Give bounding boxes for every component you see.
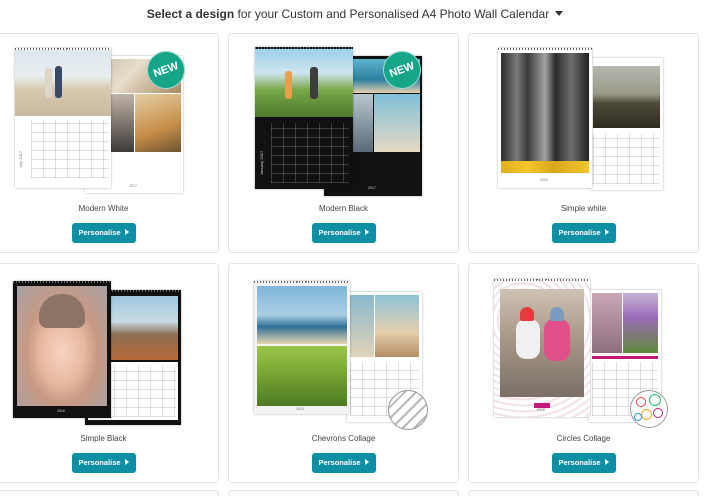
design-card-modern-white[interactable]: 2017 July 2017 NEW Modern White Personal… bbox=[0, 33, 219, 253]
caret-right-icon bbox=[604, 459, 609, 466]
design-card-partial[interactable] bbox=[468, 490, 699, 496]
design-name: Modern White bbox=[78, 204, 129, 213]
calendar-year-label: 2016 bbox=[57, 409, 65, 413]
design-card-modern-black[interactable]: 2017 January 2017 NEW Modern Black Perso… bbox=[228, 33, 459, 253]
personalise-button[interactable]: Personalise bbox=[551, 223, 616, 243]
design-card-simple-black[interactable]: 2016 Simple Black Personalise bbox=[0, 263, 219, 483]
calendar-year-label: 2016 bbox=[296, 407, 304, 411]
personalise-button-label: Personalise bbox=[318, 228, 361, 237]
header-title-strong: Select a design bbox=[146, 7, 235, 21]
calendar-preview: 2017 January 2017 NEW bbox=[229, 34, 460, 199]
design-name: Modern Black bbox=[319, 204, 368, 213]
design-card-chevrons-collage[interactable]: 2016 Chevrons Collage Personalise bbox=[228, 263, 459, 483]
caret-right-icon bbox=[604, 229, 609, 236]
calendar-preview: 2016 bbox=[0, 264, 220, 429]
caret-right-icon bbox=[124, 459, 129, 466]
personalise-button-label: Personalise bbox=[558, 458, 601, 467]
personalise-button[interactable]: Personalise bbox=[71, 453, 136, 473]
calendar-year-label: 2017 bbox=[129, 184, 137, 188]
calendar-month-label: July 2017 bbox=[18, 150, 23, 168]
design-name: Circles Collage bbox=[556, 434, 611, 443]
caret-right-icon bbox=[364, 229, 369, 236]
personalise-button-label: Personalise bbox=[558, 228, 601, 237]
caret-right-icon bbox=[364, 459, 369, 466]
header-title-rest: for your Custom and Personalised A4 Phot… bbox=[234, 7, 550, 21]
design-name: Chevrons Collage bbox=[311, 434, 376, 443]
personalise-button[interactable]: Personalise bbox=[311, 223, 376, 243]
calendar-year-label: 2017 bbox=[368, 186, 376, 190]
personalise-button[interactable]: Personalise bbox=[551, 453, 616, 473]
personalise-button-label: Personalise bbox=[318, 458, 361, 467]
personalise-button-label: Personalise bbox=[78, 458, 121, 467]
calendar-preview: 2016 bbox=[229, 264, 460, 430]
calendar-back-page bbox=[590, 58, 663, 190]
design-card-simple-white[interactable]: 2016 Simple white Personalise bbox=[468, 33, 699, 253]
design-name: Simple white bbox=[560, 204, 607, 213]
circles-pattern-swatch bbox=[630, 390, 668, 428]
personalise-button[interactable]: Personalise bbox=[311, 453, 376, 473]
design-card-circles-collage[interactable]: 2016 Circles Collage Personalise bbox=[468, 263, 699, 483]
calendar-front-page: July 2017 bbox=[15, 48, 111, 188]
personalise-button[interactable]: Personalise bbox=[71, 223, 136, 243]
caret-right-icon bbox=[124, 229, 129, 236]
design-card-partial[interactable] bbox=[0, 490, 219, 496]
calendar-front-page: January 2017 bbox=[255, 47, 353, 189]
caret-down-icon[interactable] bbox=[555, 11, 564, 17]
calendar-front-page: 2016 bbox=[254, 281, 350, 414]
personalise-button-label: Personalise bbox=[78, 228, 121, 237]
calendar-front-page: 2016 bbox=[498, 48, 592, 188]
page-header[interactable]: Select a design for your Custom and Pers… bbox=[0, 0, 710, 30]
calendar-front-page: 2016 bbox=[13, 281, 111, 418]
chevron-pattern-swatch bbox=[388, 390, 428, 430]
calendar-front-page: 2016 bbox=[494, 279, 590, 417]
calendar-month-label: January 2017 bbox=[259, 150, 264, 175]
calendar-preview: 2016 bbox=[469, 34, 700, 199]
calendar-year-label: 2016 bbox=[540, 178, 548, 182]
calendar-preview: 2017 July 2017 NEW bbox=[0, 34, 220, 199]
design-name: Simple Black bbox=[80, 434, 127, 443]
calendar-year-label: 2016 bbox=[537, 408, 545, 412]
design-card-partial[interactable] bbox=[228, 490, 459, 496]
calendar-preview: 2016 bbox=[469, 264, 700, 429]
